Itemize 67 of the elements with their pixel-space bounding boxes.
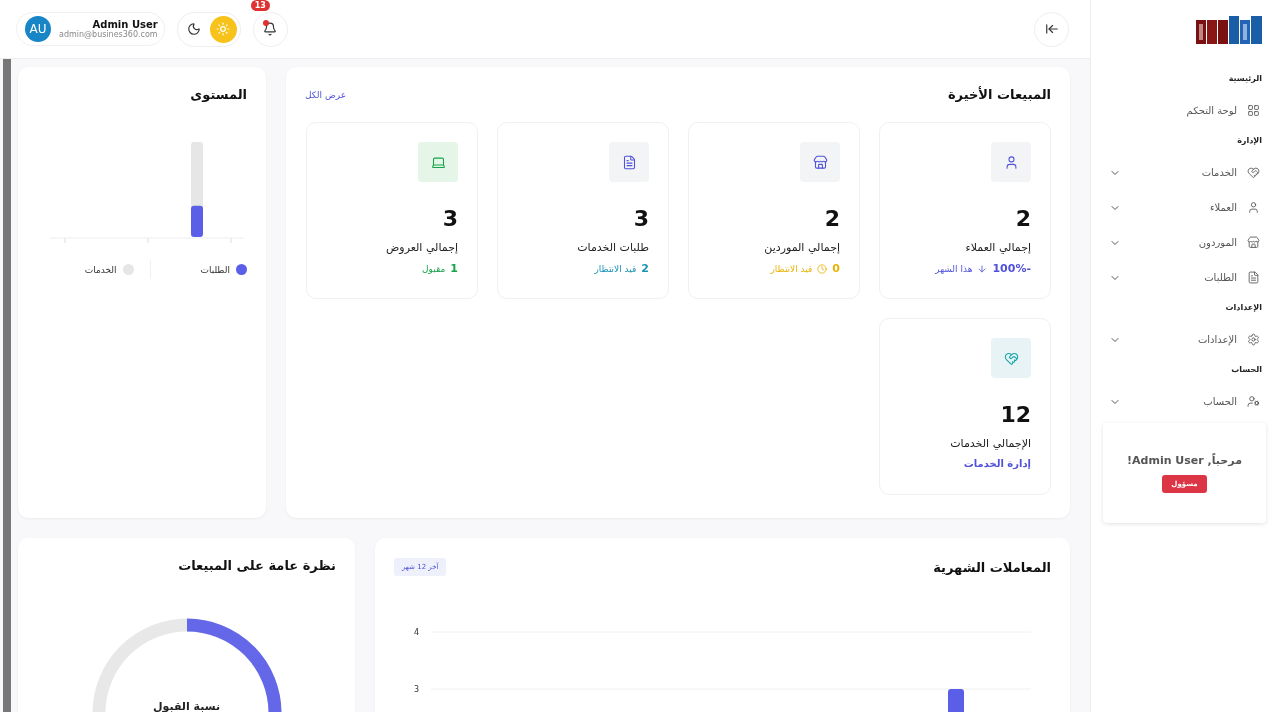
avatar: AU (25, 16, 51, 42)
notification-count: 13 (250, 0, 270, 11)
settings-icon (1247, 333, 1260, 346)
stat-label: إجمالي العملاء (965, 241, 1031, 254)
axis-tick-label: 3 (413, 685, 419, 694)
sidebar-item[interactable]: لوحة التحكم (1103, 93, 1266, 128)
heart-handshake-icon (1247, 166, 1260, 179)
welcome-text: مرحباً, Admin User! (1127, 453, 1242, 467)
card-title: نظرة عامة على المبيعات (177, 558, 336, 573)
stat-value: 3 (442, 206, 458, 231)
sidebar-item[interactable]: الحساب (1103, 384, 1266, 419)
stat-label: إجمالي العروض (386, 241, 458, 254)
sidebar-item[interactable]: الخدمات (1103, 155, 1266, 190)
arrow-down-icon (977, 263, 988, 274)
card-title: المستوى (189, 87, 247, 102)
section-heading: الحساب (1230, 365, 1262, 374)
card-title: المبيعات الأخيرة (947, 87, 1051, 102)
stat-value: 3 (633, 206, 649, 231)
stat-note-value: -100% (992, 262, 1031, 275)
section-heading: الرئيسية (1227, 74, 1262, 83)
donut-center-label: نسبة القبول (151, 700, 222, 712)
bar (948, 689, 964, 712)
card-title: المعاملات الشهرية (933, 559, 1051, 575)
store-icon (1247, 236, 1260, 249)
document-icon (621, 154, 637, 170)
clock-icon (817, 263, 828, 274)
stat-value: 2 (824, 206, 840, 231)
stat-label: طلبات الخدمات (577, 241, 649, 254)
stat-label: الإجمالي الخدمات (950, 437, 1031, 450)
sidebar-item[interactable]: الإعدادات (1103, 322, 1266, 357)
sun-icon (216, 22, 231, 36)
sidebar-item[interactable]: العملاء (1103, 190, 1266, 225)
axis-tick-label: 4 (413, 628, 419, 637)
legend-label: الطلبات (200, 264, 230, 275)
user-gear-icon (1247, 395, 1260, 408)
stat-note: قيد الانتظار (594, 263, 637, 274)
moon-icon (187, 22, 202, 36)
stat-note-value: 2 (641, 262, 649, 275)
stat-value: 2 (1015, 206, 1031, 231)
manage-link[interactable]: إدارة الخدمات (963, 458, 1031, 469)
view-all-link[interactable]: عرض الكل (305, 89, 347, 100)
stat-note-value: 1 (450, 262, 458, 275)
bell-icon (263, 22, 278, 36)
user-email: admin@busines360.com (59, 30, 158, 39)
stat-note-value: 0 (832, 262, 840, 275)
stat-value: 12 (1000, 402, 1031, 427)
logo-icon (1196, 16, 1262, 44)
stat-note: قيد الانتظار (770, 263, 813, 274)
sidebar-item[interactable]: الموردون (1103, 225, 1266, 260)
section-heading: الإعدادات (1224, 303, 1262, 312)
document-icon (1247, 271, 1260, 284)
store-icon (812, 154, 828, 170)
user-icon (1247, 201, 1260, 214)
section-heading: الإدارة (1236, 136, 1262, 145)
legend-label: الخدمات (84, 264, 117, 275)
notifications-button[interactable] (252, 11, 288, 47)
sidebar-item[interactable]: الطلبات (1103, 260, 1266, 295)
user-name: Admin User (91, 19, 158, 30)
grid-icon (1247, 104, 1260, 117)
arrow-left-bar-icon (1044, 22, 1059, 36)
stat-note: مقبول (422, 263, 446, 274)
stat-label: إجمالي الموردين (764, 241, 840, 254)
user-icon (1003, 154, 1019, 170)
stat-note: هذا الشهر (935, 263, 973, 274)
heart-handshake-icon (1003, 350, 1019, 366)
collapse-sidebar-button[interactable] (1034, 11, 1069, 47)
laptop-icon (430, 154, 446, 170)
